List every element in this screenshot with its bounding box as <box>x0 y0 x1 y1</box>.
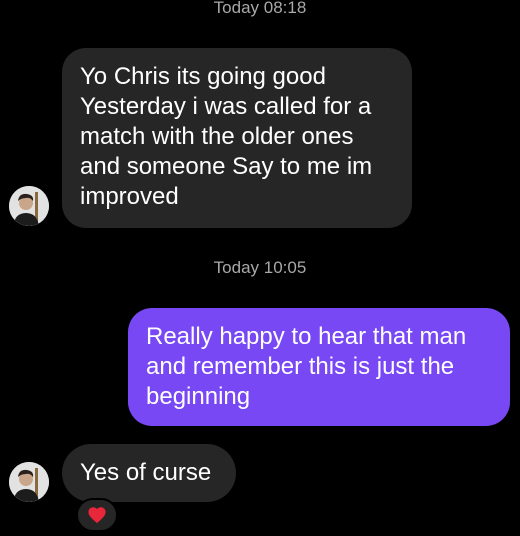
avatar-photo-icon <box>9 462 49 502</box>
timestamp: Today 08:18 <box>213 0 307 17</box>
timestamp: Today 10:05 <box>213 258 307 277</box>
contact-avatar[interactable] <box>9 186 49 226</box>
message-text-line: Yo Chris its going good <box>80 63 326 90</box>
avatar-photo-icon <box>9 186 49 226</box>
message-text-line: improved <box>80 183 179 210</box>
message-text-line: match with the older ones <box>80 123 354 150</box>
message-text-line: and remember this is just the <box>146 353 455 380</box>
sent-message-bubble[interactable]: Really happy to hear that man and rememb… <box>128 308 510 426</box>
message-reaction[interactable] <box>76 498 118 532</box>
contact-avatar[interactable] <box>9 462 49 502</box>
message-text-line: beginning <box>146 383 251 410</box>
heart-icon <box>88 507 106 524</box>
received-message-bubble[interactable]: Yo Chris its going good Yesterday i was … <box>62 48 412 228</box>
message-text-line: and someone Say to me im <box>80 153 373 180</box>
message-text-line: Really happy to hear that man <box>146 323 467 350</box>
message-text-line: Yesterday i was called for a <box>80 93 372 120</box>
message-text-line: Yes of curse <box>80 459 212 486</box>
received-message-bubble[interactable]: Yes of curse <box>62 444 236 502</box>
